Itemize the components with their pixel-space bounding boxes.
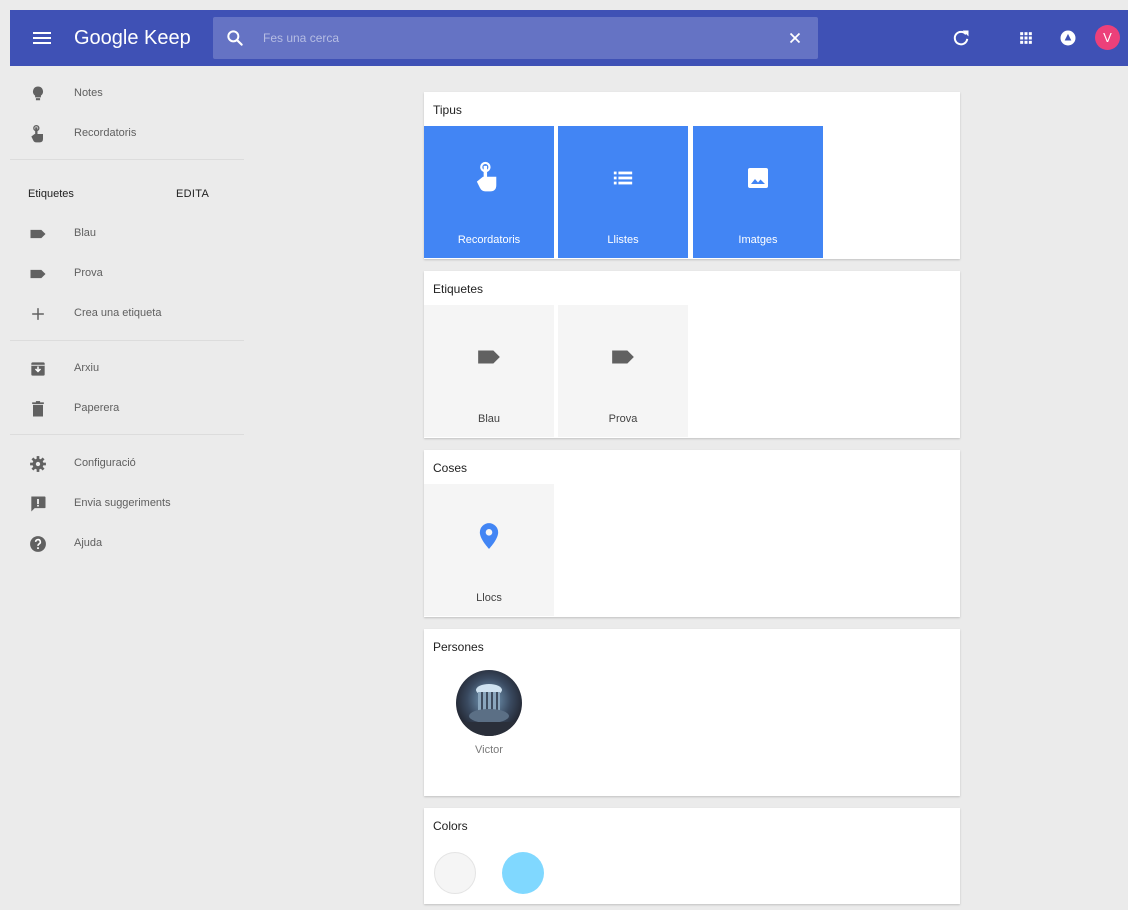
label-icon xyxy=(612,350,634,364)
sidebar-item-reminders[interactable]: Recordatoris xyxy=(10,116,244,154)
sidebar-item-create-label[interactable]: Crea una etiqueta xyxy=(10,296,244,334)
trash-icon xyxy=(32,401,44,417)
sidebar-item-label: Configuració xyxy=(74,457,136,469)
thing-tile-places[interactable]: Llocs xyxy=(424,484,554,616)
tile-label: Llocs xyxy=(476,592,502,604)
edit-labels-button[interactable]: EDITA xyxy=(176,188,209,200)
sidebar-item-label: Prova xyxy=(74,267,103,279)
sidebar-item-label: Envia suggeriments xyxy=(74,497,171,509)
tile-label: Imatges xyxy=(738,234,778,246)
person-victor[interactable]: Victor xyxy=(454,644,534,764)
sidebar-item-label: Crea una etiqueta xyxy=(74,307,162,319)
type-tile-reminders[interactable]: Recordatoris xyxy=(424,126,554,258)
color-swatch-white[interactable] xyxy=(434,852,476,894)
label-icon xyxy=(30,269,46,279)
apps-icon[interactable] xyxy=(1016,28,1036,48)
sidebar-item-label: Ajuda xyxy=(74,537,103,549)
labels-heading: Etiquetes xyxy=(28,188,74,200)
app-header: Google Keep V xyxy=(10,10,1128,66)
gear-icon xyxy=(30,456,46,472)
sidebar-divider xyxy=(10,159,244,160)
sidebar-divider xyxy=(10,434,244,435)
tile-label: Llistes xyxy=(607,234,639,246)
card-title: Colors xyxy=(433,819,468,833)
sidebar-item-help[interactable]: Ajuda xyxy=(10,526,244,564)
person-name: Victor xyxy=(475,744,503,756)
color-swatch-light-blue[interactable] xyxy=(502,852,544,894)
type-tile-lists[interactable]: Llistes xyxy=(558,126,688,258)
sidebar-item-feedback[interactable]: Envia suggeriments xyxy=(10,486,244,524)
search-input[interactable] xyxy=(263,28,763,48)
tile-label: Recordatoris xyxy=(457,234,521,246)
close-icon[interactable] xyxy=(786,29,804,47)
reminder-hand-icon xyxy=(476,161,497,192)
labels-card: Etiquetes Blau Prova xyxy=(424,271,960,438)
archive-icon xyxy=(31,362,45,376)
lightbulb-icon xyxy=(32,86,44,101)
label-icon xyxy=(30,229,46,239)
sidebar-item-archive[interactable]: Arxiu xyxy=(10,351,244,389)
things-card: Coses Llocs xyxy=(424,450,960,617)
sidebar-item-label: Paperera xyxy=(74,402,120,414)
reminder-hand-icon xyxy=(31,124,43,143)
list-icon xyxy=(613,171,633,185)
sidebar: Notes Recordatoris Etiquetes EDITA Blau … xyxy=(10,66,244,910)
label-icon xyxy=(478,350,500,364)
sidebar-item-label: Blau xyxy=(74,227,97,239)
label-tile-blau[interactable]: Blau xyxy=(424,305,554,437)
person-avatar xyxy=(456,670,522,736)
card-title: Coses xyxy=(433,461,468,475)
sidebar-divider xyxy=(10,340,244,341)
app-title: Google Keep xyxy=(74,27,191,49)
notifications-icon[interactable] xyxy=(1058,28,1078,48)
tile-label: Blau xyxy=(477,413,501,425)
colors-card: Colors xyxy=(424,808,960,904)
refresh-icon[interactable] xyxy=(951,28,971,48)
type-tile-images[interactable]: Imatges xyxy=(693,126,823,258)
sidebar-item-settings[interactable]: Configuració xyxy=(10,446,244,484)
menu-icon[interactable] xyxy=(30,26,54,50)
image-icon xyxy=(748,168,768,188)
help-icon xyxy=(30,536,46,552)
search-bar xyxy=(213,17,818,59)
location-pin-icon xyxy=(479,523,499,549)
sidebar-item-label: Notes xyxy=(74,87,103,99)
people-card: Persones Victor xyxy=(424,629,960,796)
sidebar-item-trash[interactable]: Paperera xyxy=(10,391,244,429)
card-title: Tipus xyxy=(433,103,462,117)
label-tile-prova[interactable]: Prova xyxy=(558,305,688,437)
plus-icon xyxy=(32,308,44,320)
types-card: Tipus Recordatoris Llistes Imatges xyxy=(424,92,960,259)
feedback-icon xyxy=(31,496,46,512)
sidebar-item-label-prova[interactable]: Prova xyxy=(10,256,244,294)
sidebar-item-label: Recordatoris xyxy=(74,127,137,139)
card-title: Etiquetes xyxy=(433,282,484,296)
tile-label: Prova xyxy=(608,413,638,425)
account-avatar[interactable]: V xyxy=(1095,25,1120,50)
sidebar-item-notes[interactable]: Notes xyxy=(10,76,244,114)
sidebar-item-label-blau[interactable]: Blau xyxy=(10,216,244,254)
search-icon[interactable] xyxy=(225,28,245,48)
sidebar-item-label: Arxiu xyxy=(74,362,100,374)
